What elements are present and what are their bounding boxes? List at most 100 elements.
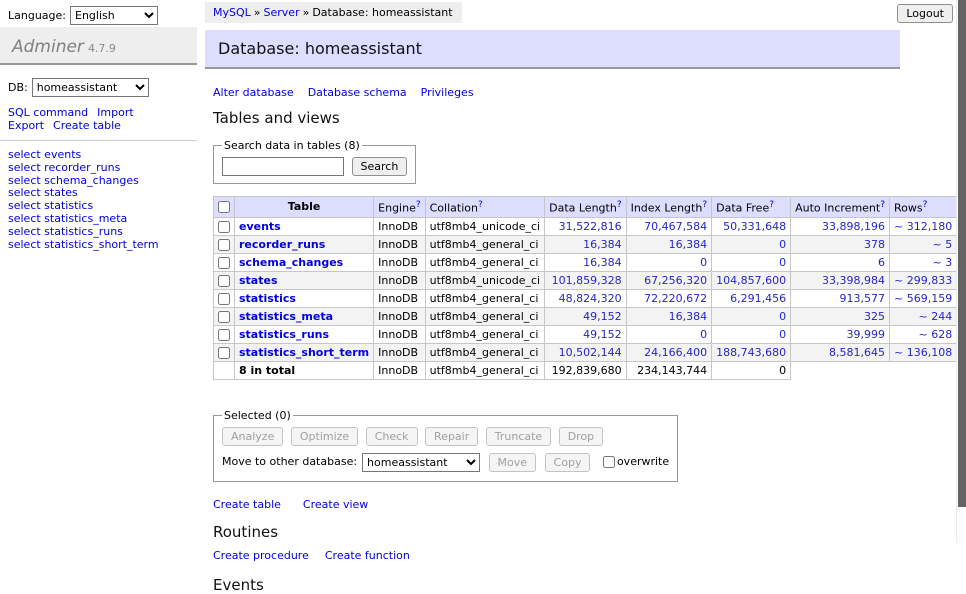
sidebar-item-select-recorder-runs[interactable]: select recorder_runs — [8, 161, 120, 174]
help-icon[interactable]: ? — [769, 200, 774, 210]
overwrite-checkbox[interactable] — [603, 456, 615, 468]
data-length-cell: 16,384 — [545, 253, 626, 271]
selected-fieldset: Selected (0) Analyze Optimize Check Repa… — [213, 409, 678, 482]
search-input[interactable] — [222, 157, 344, 176]
auto-increment-cell: 6 — [791, 253, 890, 271]
total-collation: utf8mb4_general_ci — [425, 361, 544, 379]
row-checkbox[interactable] — [218, 329, 230, 341]
create-links: Create table Create view — [213, 498, 900, 511]
collation-cell: utf8mb4_general_ci — [425, 343, 544, 361]
sidebar-item-select-statistics[interactable]: select statistics — [8, 199, 93, 212]
logout-button[interactable]: Logout — [897, 4, 953, 23]
help-icon[interactable]: ? — [702, 200, 707, 210]
table-header-row: Table Engine? Collation? Data Length? In… — [214, 197, 966, 218]
database-links: Alter database Database schema Privileges — [213, 86, 900, 99]
language-select[interactable]: English — [70, 6, 158, 25]
table-link[interactable]: schema_changes — [239, 256, 343, 269]
copy-button[interactable]: Copy — [545, 453, 591, 472]
sidebar-actions: SQL command Import Export Create table — [0, 97, 197, 132]
help-icon[interactable]: ? — [923, 200, 928, 210]
rows-count-link[interactable]: ~ 299,833 — [894, 274, 952, 287]
data-free-cell: 0 — [712, 325, 791, 343]
help-icon[interactable]: ? — [617, 200, 622, 210]
create-view-link[interactable]: Create view — [303, 498, 368, 511]
auto-increment-cell: 39,999 — [791, 325, 890, 343]
data-free-cell: 104,857,600 — [712, 271, 791, 289]
main-content: MySQL»Server»Database: homeassistant Dat… — [205, 0, 900, 594]
table-row: schema_changes InnoDB utf8mb4_general_ci… — [214, 253, 966, 271]
breadcrumb-link-server[interactable]: Server — [264, 6, 300, 19]
table-link[interactable]: events — [239, 220, 281, 233]
auto-increment-cell: 33,898,196 — [791, 217, 890, 235]
optimize-button[interactable]: Optimize — [291, 427, 358, 446]
sidebar-link-export[interactable]: Export — [8, 119, 44, 132]
sidebar-link-sql-command[interactable]: SQL command — [8, 106, 88, 119]
drop-button[interactable]: Drop — [559, 427, 603, 446]
table-link[interactable]: statistics_short_term — [239, 346, 369, 359]
db-select[interactable]: homeassistant — [32, 78, 149, 97]
truncate-button[interactable]: Truncate — [486, 427, 551, 446]
data-length-cell: 49,152 — [545, 307, 626, 325]
row-checkbox[interactable] — [218, 221, 230, 233]
selected-legend: Selected (0) — [222, 409, 293, 422]
breadcrumb-link-mysql[interactable]: MySQL — [213, 6, 251, 19]
row-checkbox[interactable] — [218, 257, 230, 269]
app-title[interactable]: Adminer — [12, 37, 84, 57]
index-length-cell: 67,256,320 — [626, 271, 712, 289]
sidebar-item-select-statistics-short-term[interactable]: select statistics_short_term — [8, 238, 159, 251]
vertical-scrollbar[interactable] — [956, 0, 966, 543]
row-checkbox[interactable] — [218, 275, 230, 287]
row-checkbox[interactable] — [218, 239, 230, 251]
sidebar-table-links: select events select recorder_runs selec… — [0, 147, 197, 251]
table-link[interactable]: statistics — [239, 292, 296, 305]
column-header-index-length: Index Length? — [626, 197, 712, 218]
database-schema-link[interactable]: Database schema — [308, 86, 407, 99]
row-checkbox[interactable] — [218, 347, 230, 359]
sidebar-item-select-schema-changes[interactable]: select schema_changes — [8, 174, 139, 187]
data-length-cell: 48,824,320 — [545, 289, 626, 307]
check-button[interactable]: Check — [366, 427, 418, 446]
row-checkbox[interactable] — [218, 311, 230, 323]
sidebar-link-import[interactable]: Import — [97, 106, 134, 119]
data-free-cell: 0 — [712, 253, 791, 271]
table-total-row: 8 in total InnoDB utf8mb4_general_ci 192… — [214, 361, 966, 379]
move-button[interactable]: Move — [489, 453, 537, 472]
select-all-checkbox[interactable] — [218, 201, 230, 213]
create-procedure-link[interactable]: Create procedure — [213, 549, 309, 562]
sidebar-item-select-statistics-runs[interactable]: select statistics_runs — [8, 225, 123, 238]
rows-count-link[interactable]: ~ 136,108 — [894, 346, 952, 359]
analyze-button[interactable]: Analyze — [222, 427, 283, 446]
data-length-cell: 10,502,144 — [545, 343, 626, 361]
rows-count-link[interactable]: ~ 569,159 — [894, 292, 952, 305]
help-icon[interactable]: ? — [880, 200, 885, 210]
sidebar-item-select-statistics-meta[interactable]: select statistics_meta — [8, 212, 127, 225]
table-link[interactable]: statistics_meta — [239, 310, 333, 323]
rows-count-link[interactable]: ~ 628 — [918, 328, 952, 341]
sidebar-item-select-events[interactable]: select events — [8, 148, 81, 161]
sidebar-link-create-table[interactable]: Create table — [53, 119, 121, 132]
repair-button[interactable]: Repair — [425, 427, 478, 446]
search-button[interactable]: Search — [352, 157, 408, 176]
index-length-cell: 16,384 — [626, 235, 712, 253]
create-table-link[interactable]: Create table — [213, 498, 281, 511]
table-row: states InnoDB utf8mb4_unicode_ci 101,859… — [214, 271, 966, 289]
table-link[interactable]: statistics_runs — [239, 328, 329, 341]
data-free-cell: 6,291,456 — [712, 289, 791, 307]
create-function-link[interactable]: Create function — [325, 549, 410, 562]
alter-database-link[interactable]: Alter database — [213, 86, 294, 99]
table-link[interactable]: recorder_runs — [239, 238, 325, 251]
help-icon[interactable]: ? — [416, 200, 421, 210]
table-link[interactable]: states — [239, 274, 278, 287]
privileges-link[interactable]: Privileges — [421, 86, 474, 99]
row-checkbox[interactable] — [218, 293, 230, 305]
sidebar-divider — [0, 140, 197, 141]
app-version: 4.7.9 — [88, 42, 116, 55]
help-icon[interactable]: ? — [478, 200, 483, 210]
scrollbar-thumb[interactable] — [958, 0, 966, 507]
sidebar-item-select-states[interactable]: select states — [8, 186, 78, 199]
rows-count-link[interactable]: ~ 3 — [932, 256, 952, 269]
move-db-select[interactable]: homeassistant — [362, 453, 480, 472]
rows-count-link[interactable]: ~ 312,180 — [894, 220, 952, 233]
rows-count-link[interactable]: ~ 244 — [918, 310, 952, 323]
rows-count-link[interactable]: ~ 5 — [932, 238, 952, 251]
